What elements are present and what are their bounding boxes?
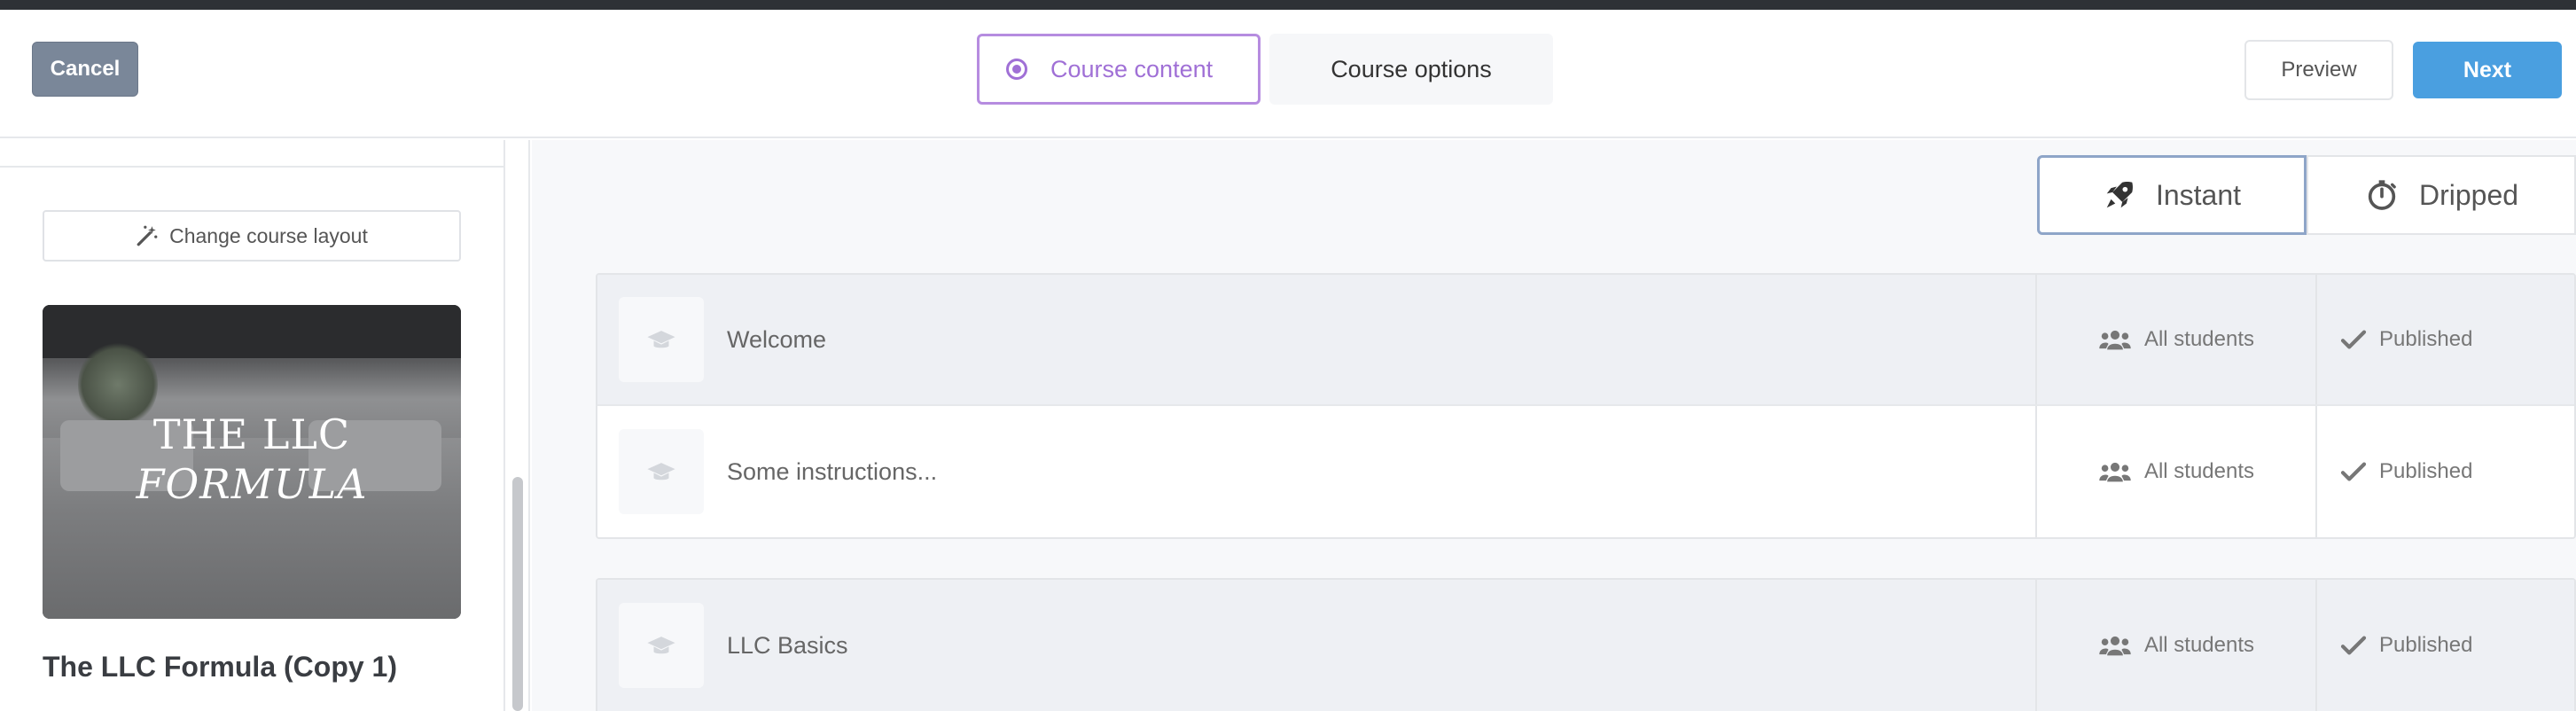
release-toggle: Instant Dripped xyxy=(2037,155,2576,235)
graduation-cap-icon xyxy=(647,637,675,654)
tab-course-options-label: Course options xyxy=(1331,55,1492,82)
radio-selected-icon xyxy=(1006,59,1027,80)
thumbnail-title: THE LLC FORMULA xyxy=(43,410,461,509)
users-icon xyxy=(2099,636,2131,656)
lesson-thumbnail xyxy=(619,603,704,688)
change-course-layout-label: Change course layout xyxy=(169,223,368,247)
editor-header: Cancel Course content Course options Pre… xyxy=(0,10,2576,138)
status-label: Published xyxy=(2379,633,2473,657)
graduation-cap-icon xyxy=(647,463,675,481)
lesson-thumbnail xyxy=(619,297,704,382)
status-label: Published xyxy=(2379,459,2473,483)
preview-button[interactable]: Preview xyxy=(2244,40,2393,100)
cancel-button[interactable]: Cancel xyxy=(32,42,138,97)
magic-wand-icon xyxy=(137,225,158,246)
course-thumbnail[interactable]: THE LLC FORMULA xyxy=(43,305,461,619)
section-group: Welcome All students Published Some inst… xyxy=(596,273,2576,539)
status-cell[interactable]: Published xyxy=(2315,275,2574,404)
thumbnail-title-line2: FORMULA xyxy=(136,460,368,508)
sidebar-scrollbar-thumb[interactable] xyxy=(512,477,523,711)
check-icon xyxy=(2340,636,2367,655)
dripped-toggle-button[interactable]: Dripped xyxy=(2307,155,2576,235)
tab-course-options[interactable]: Course options xyxy=(1269,34,1553,105)
tab-course-content[interactable]: Course content xyxy=(977,34,1261,105)
stopwatch-icon xyxy=(2368,180,2396,210)
users-icon xyxy=(2099,462,2131,482)
change-course-layout-button[interactable]: Change course layout xyxy=(43,210,461,262)
tab-course-content-label: Course content xyxy=(1050,55,1214,82)
lesson-row[interactable]: LLC Basics All students Published xyxy=(597,580,2574,711)
check-icon xyxy=(2340,462,2367,481)
audience-cell[interactable]: All students xyxy=(2035,275,2315,404)
status-cell[interactable]: Published xyxy=(2315,406,2574,537)
lesson-row[interactable]: Some instructions... All students Publis… xyxy=(597,406,2574,537)
lesson-row[interactable]: Welcome All students Published xyxy=(597,275,2574,406)
graduation-cap-icon xyxy=(647,331,675,348)
instant-label: Instant xyxy=(2155,178,2242,211)
lesson-thumbnail xyxy=(619,429,704,514)
audience-cell[interactable]: All students xyxy=(2035,580,2315,711)
window-top-strip xyxy=(0,0,2576,10)
next-button[interactable]: Next xyxy=(2413,42,2562,98)
audience-label: All students xyxy=(2143,327,2255,351)
status-label: Published xyxy=(2379,327,2473,351)
dripped-label: Dripped xyxy=(2418,178,2519,211)
section-group: LLC Basics All students Published xyxy=(596,578,2576,711)
audience-label: All students xyxy=(2143,459,2255,483)
users-icon xyxy=(2099,330,2131,350)
instant-toggle-button[interactable]: Instant xyxy=(2037,155,2307,235)
course-title: The LLC Formula (Copy 1) xyxy=(43,651,397,683)
audience-cell[interactable]: All students xyxy=(2035,406,2315,537)
sidebar-divider xyxy=(0,166,505,168)
rocket-icon xyxy=(2106,182,2133,208)
audience-label: All students xyxy=(2143,633,2255,657)
thumbnail-title-line1: THE LLC xyxy=(152,410,351,458)
status-cell[interactable]: Published xyxy=(2315,580,2574,711)
check-icon xyxy=(2340,330,2367,349)
